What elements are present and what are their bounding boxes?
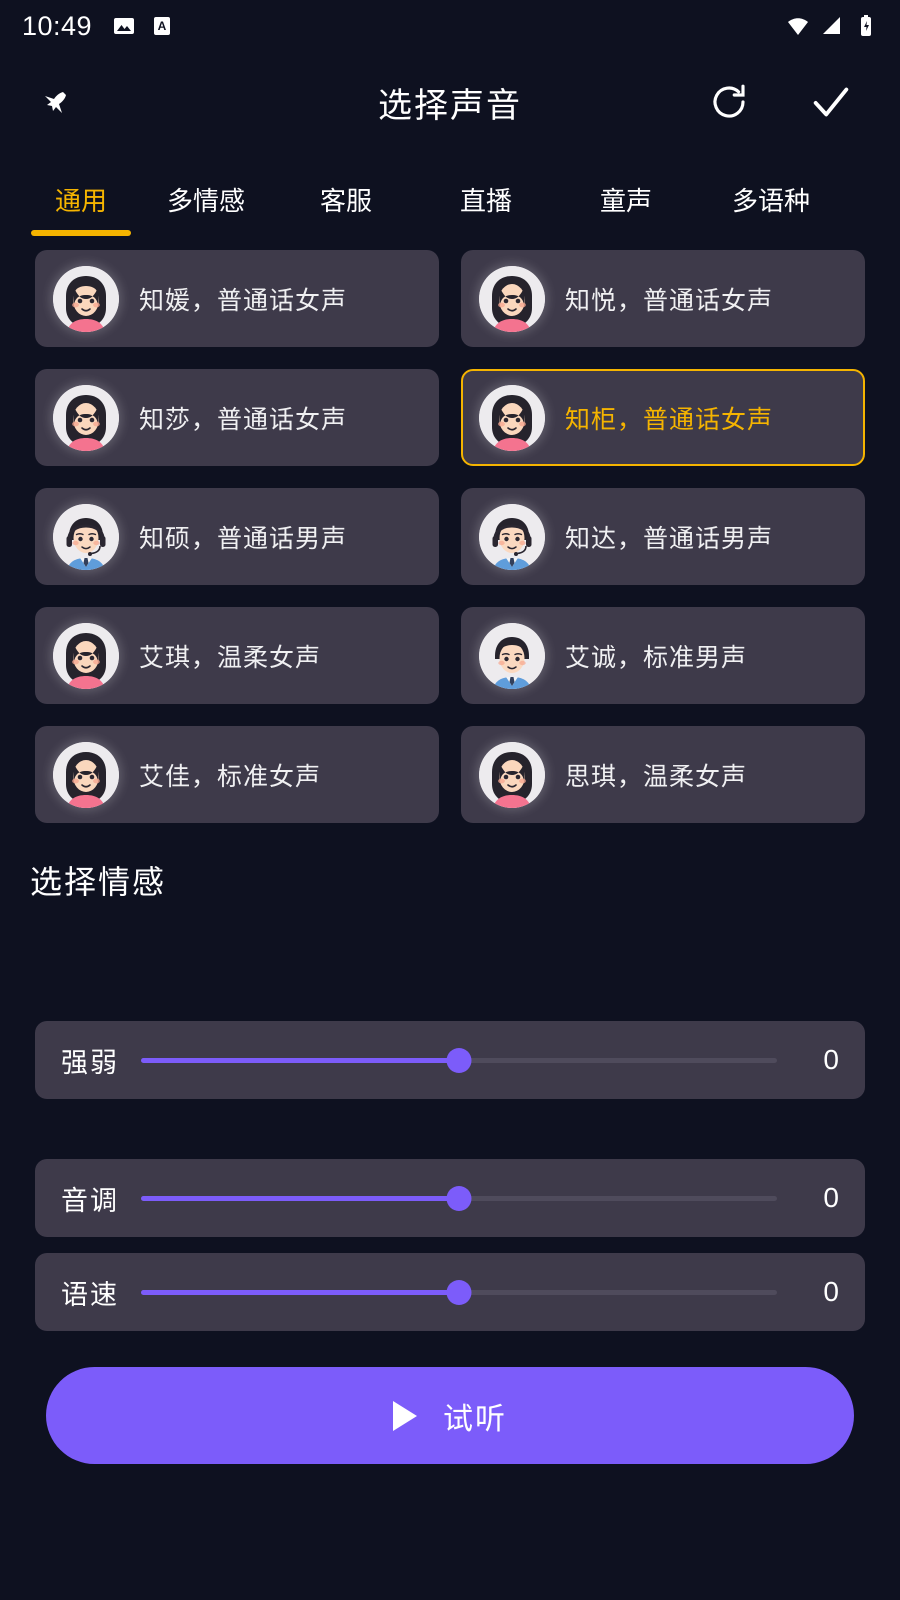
preview-button-label: 试听 (443, 1402, 507, 1436)
avatar (53, 741, 119, 808)
voice-card[interactable]: 知悦，普通话女声 (461, 250, 865, 347)
emotion-options-area (0, 903, 900, 1021)
status-right-icons (786, 14, 878, 38)
tab-kefu[interactable]: 客服 (276, 181, 416, 240)
status-time: 10:49 (22, 10, 93, 41)
slider-value: 0 (823, 1182, 839, 1213)
slider-value: 0 (823, 1276, 839, 1307)
voice-card[interactable]: 知达，普通话男声 (461, 488, 865, 585)
voice-name: 知莎，普通话女声 (139, 405, 348, 434)
avatar (479, 741, 545, 808)
tab-label: 通用 (54, 186, 107, 216)
voice-name: 艾诚，标准男声 (565, 643, 748, 672)
slider-fill (141, 1195, 459, 1201)
wifi-icon (786, 14, 810, 38)
voice-card[interactable]: 知硕，普通话男声 (35, 488, 439, 585)
avatar (53, 265, 119, 332)
tab-tongsheng[interactable]: 童声 (556, 181, 696, 240)
slider-row-intensity: 强弱 0 (35, 1021, 865, 1099)
check-icon[interactable] (802, 73, 860, 131)
voice-card[interactable]: 艾琪，温柔女声 (35, 607, 439, 704)
voice-selection-screen: 10:49 A 选择声音 通用 多情感 客服 直播 童声 多语种 知媛，普通话女… (0, 0, 900, 1600)
avatar (479, 384, 545, 451)
voice-name: 知媛，普通话女声 (139, 286, 348, 315)
app-bar: 选择声音 (0, 52, 900, 152)
signal-icon (820, 14, 844, 38)
slider-label: 强弱 (61, 1047, 119, 1078)
voice-name: 艾琪，温柔女声 (139, 643, 322, 672)
avatar (53, 622, 119, 689)
voice-card[interactable]: 艾诚，标准男声 (461, 607, 865, 704)
voice-card[interactable]: 艾佳，标准女声 (35, 726, 439, 823)
tab-tongyong[interactable]: 通用 (26, 181, 136, 240)
voice-grid: 知媛，普通话女声 知悦，普通话女声 知莎，普通话女声 知柜，普通话女声 知硕，普… (0, 240, 900, 823)
slider-thumb[interactable] (446, 1047, 472, 1073)
tab-active-underline (31, 230, 131, 236)
slider-thumb[interactable] (446, 1279, 472, 1305)
voice-card[interactable]: 知莎，普通话女声 (35, 369, 439, 466)
slider-gap (0, 1237, 900, 1253)
voice-card[interactable]: 思琪，温柔女声 (461, 726, 865, 823)
voice-name: 知硕，普通话男声 (139, 524, 348, 553)
slider-fill (141, 1289, 459, 1295)
tab-duoyuzhong[interactable]: 多语种 (696, 181, 846, 240)
voice-name: 知柜，普通话女声 (565, 405, 774, 434)
tab-label: 童声 (599, 186, 652, 216)
voice-name: 艾佳，标准女声 (139, 762, 322, 791)
pitch-slider[interactable] (141, 1183, 777, 1213)
category-tabs: 通用 多情感 客服 直播 童声 多语种 (0, 152, 900, 240)
slider-row-pitch: 音调 0 (35, 1159, 865, 1237)
play-icon (393, 1400, 417, 1431)
status-left-icons: A (112, 14, 174, 38)
voice-card-selected[interactable]: 知柜，普通话女声 (461, 369, 865, 466)
speed-slider[interactable] (141, 1277, 777, 1307)
slider-label: 语速 (61, 1279, 119, 1310)
tab-duoqinggan[interactable]: 多情感 (136, 181, 276, 240)
avatar (479, 622, 545, 689)
avatar (53, 384, 119, 451)
battery-charging-icon (854, 14, 878, 38)
refresh-icon[interactable] (700, 73, 758, 131)
tab-zhibo[interactable]: 直播 (416, 181, 556, 240)
image-icon (112, 14, 136, 38)
svg-text:A: A (158, 19, 167, 33)
tab-label: 直播 (459, 186, 512, 216)
preview-button-wrap: 试听 (0, 1331, 900, 1464)
tab-label: 客服 (319, 186, 372, 216)
tab-label: 多情感 (166, 186, 245, 216)
avatar (53, 503, 119, 570)
slider-gap (0, 1099, 900, 1159)
slider-row-speed: 语速 0 (35, 1253, 865, 1331)
slider-value: 0 (823, 1044, 839, 1075)
back-arrow-icon[interactable] (26, 73, 84, 131)
slider-label: 音调 (61, 1185, 119, 1216)
voice-name: 知悦，普通话女声 (565, 286, 774, 315)
intensity-slider[interactable] (141, 1045, 777, 1075)
slider-thumb[interactable] (446, 1185, 472, 1211)
avatar (479, 265, 545, 332)
status-bar: 10:49 A (0, 0, 900, 52)
voice-name: 思琪，温柔女声 (565, 762, 748, 791)
voice-name: 知达，普通话男声 (565, 524, 774, 553)
voice-card[interactable]: 知媛，普通话女声 (35, 250, 439, 347)
avatar (479, 503, 545, 570)
preview-button[interactable]: 试听 (46, 1367, 854, 1464)
slider-fill (141, 1057, 459, 1063)
letter-a-icon: A (150, 14, 174, 38)
tab-label: 多语种 (731, 186, 810, 216)
appbar-actions (700, 73, 860, 131)
emotion-section-title: 选择情感 (30, 864, 167, 900)
